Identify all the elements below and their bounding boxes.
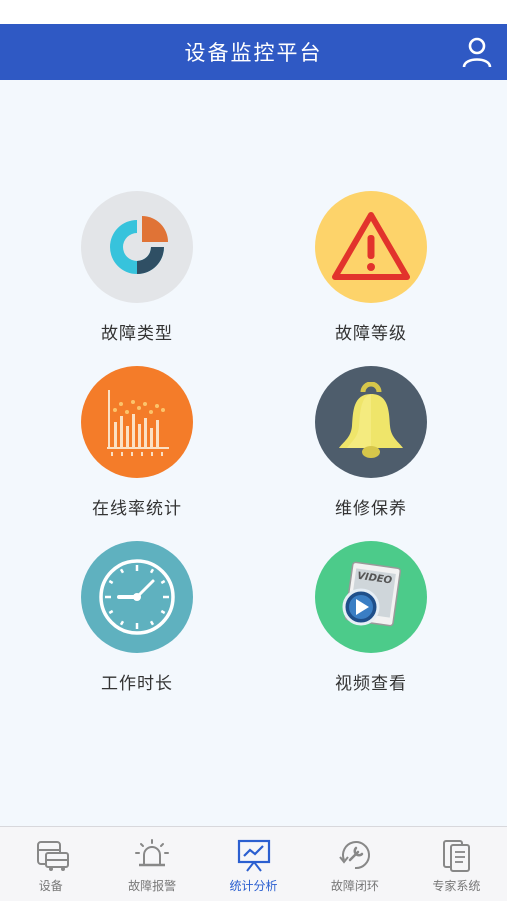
tile-working-hours[interactable]: 工作时长 — [37, 541, 237, 716]
tile-label: 故障等级 — [335, 324, 407, 344]
tile-label: 视频查看 — [335, 674, 407, 694]
tile-label: 工作时长 — [101, 674, 173, 694]
video-icon: VIDEO — [315, 541, 427, 653]
user-profile-icon[interactable] — [461, 36, 493, 68]
tab-statistics[interactable]: 统计分析 — [203, 827, 304, 901]
wrench-cycle-icon — [339, 841, 370, 870]
tile-label: 在线率统计 — [92, 499, 182, 519]
tile-maintenance[interactable]: 维修保养 — [271, 366, 471, 541]
tile-label: 故障类型 — [101, 324, 173, 344]
tab-label: 设备 — [38, 879, 63, 893]
tab-label: 故障报警 — [128, 879, 177, 893]
clock-icon — [81, 541, 193, 653]
bar-chart-icon — [81, 366, 193, 478]
bell-icon — [315, 366, 427, 478]
warning-triangle-icon — [315, 191, 427, 303]
nav-bar: 设备监控平台 — [0, 24, 507, 80]
tab-label: 故障闭环 — [330, 879, 379, 893]
tab-expert-system[interactable]: 专家系统 — [406, 827, 507, 901]
tile-label: 维修保养 — [335, 499, 407, 519]
book-icon — [443, 840, 471, 872]
status-bar — [0, 0, 507, 24]
vehicle-icon — [36, 841, 69, 871]
tab-label: 统计分析 — [229, 879, 278, 893]
tab-label: 专家系统 — [432, 879, 481, 893]
tile-online-rate[interactable]: 在线率统计 — [37, 366, 237, 541]
tile-fault-level[interactable]: 故障等级 — [271, 191, 471, 366]
tile-video[interactable]: VIDEO 视频查看 — [271, 541, 471, 716]
tab-device[interactable]: 设备 — [0, 827, 101, 901]
page-title: 设备监控平台 — [184, 41, 323, 65]
pie-chart-icon — [81, 191, 193, 303]
tab-fault-alarm[interactable]: 故障报警 — [101, 827, 202, 901]
presentation-chart-icon — [237, 839, 270, 872]
tab-bar: 设备 故障报警 统计分析 故障闭环 专家系统 — [0, 826, 507, 901]
siren-icon — [135, 839, 170, 867]
tile-fault-type[interactable]: 故障类型 — [37, 191, 237, 366]
tab-fault-loop[interactable]: 故障闭环 — [304, 827, 405, 901]
